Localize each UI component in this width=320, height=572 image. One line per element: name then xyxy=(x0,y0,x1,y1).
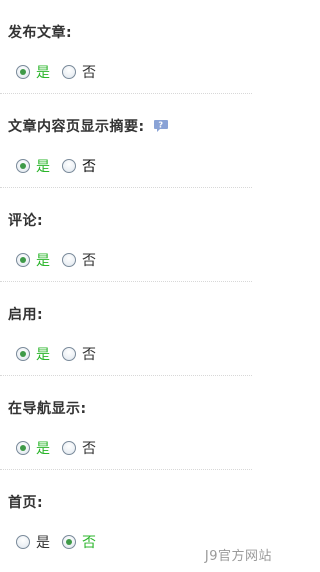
radio-label-no: 否 xyxy=(82,347,96,363)
setting-label: 在导航显示: xyxy=(8,398,87,418)
settings-form: 发布文章: 是 否 文章内容页显示摘要: ? 是 否 评论: 是 否 启用: 是… xyxy=(0,0,252,564)
radio-label-yes: 是 xyxy=(36,65,50,81)
radio-yes[interactable]: 是 xyxy=(16,344,50,364)
radio-group: 是 否 xyxy=(16,344,108,364)
radio-group: 是 否 xyxy=(16,438,108,458)
radio-button-checked[interactable] xyxy=(62,535,76,549)
radio-yes[interactable]: 是 xyxy=(16,438,50,458)
radio-no[interactable]: 否 xyxy=(62,344,96,364)
setting-label: 评论: xyxy=(8,210,43,230)
setting-label: 首页: xyxy=(8,492,43,512)
svg-text:?: ? xyxy=(158,121,163,130)
radio-label-no: 否 xyxy=(82,441,96,457)
radio-button[interactable] xyxy=(16,535,30,549)
setting-label: 发布文章: xyxy=(8,22,72,42)
setting-label-text: 评论: xyxy=(8,213,44,229)
radio-group: 是 否 xyxy=(16,532,108,552)
radio-button[interactable] xyxy=(62,253,76,267)
radio-button-checked[interactable] xyxy=(16,253,30,267)
radio-group: 是 否 xyxy=(16,62,108,82)
radio-button[interactable] xyxy=(62,159,76,173)
radio-no[interactable]: 否 xyxy=(62,156,96,176)
setting-label: 文章内容页显示摘要: ? xyxy=(8,116,169,136)
radio-yes[interactable]: 是 xyxy=(16,532,50,552)
radio-label-yes: 是 xyxy=(36,535,50,551)
setting-label-text: 在导航显示: xyxy=(8,401,87,417)
radio-label-yes: 是 xyxy=(36,253,50,269)
radio-label-no: 否 xyxy=(82,535,96,551)
setting-label-text: 文章内容页显示摘要: xyxy=(8,119,145,135)
radio-yes[interactable]: 是 xyxy=(16,62,50,82)
radio-button-checked[interactable] xyxy=(16,65,30,79)
setting-show-in-nav: 在导航显示: 是 否 xyxy=(0,376,252,470)
setting-label-text: 启用: xyxy=(8,307,44,323)
radio-group: 是 否 xyxy=(16,250,108,270)
watermark-text: J9官方网站 xyxy=(204,549,272,564)
setting-publish-article: 发布文章: 是 否 xyxy=(0,0,252,94)
radio-no[interactable]: 否 xyxy=(62,62,96,82)
setting-enabled: 启用: 是 否 xyxy=(0,282,252,376)
radio-button-checked[interactable] xyxy=(16,441,30,455)
radio-no[interactable]: 否 xyxy=(62,532,96,552)
radio-group: 是 否 xyxy=(16,156,108,176)
radio-label-yes: 是 xyxy=(36,347,50,363)
radio-label-no: 否 xyxy=(82,65,96,81)
radio-no[interactable]: 否 xyxy=(62,250,96,270)
radio-button-checked[interactable] xyxy=(16,347,30,361)
radio-label-no: 否 xyxy=(82,159,96,175)
radio-yes[interactable]: 是 xyxy=(16,250,50,270)
radio-button[interactable] xyxy=(62,347,76,361)
radio-no[interactable]: 否 xyxy=(62,438,96,458)
radio-button[interactable] xyxy=(62,441,76,455)
help-speech-bubble-icon[interactable]: ? xyxy=(153,119,169,133)
radio-yes[interactable]: 是 xyxy=(16,156,50,176)
radio-label-no: 否 xyxy=(82,253,96,269)
setting-label-text: 首页: xyxy=(8,495,44,511)
setting-label-text: 发布文章: xyxy=(8,25,73,41)
setting-label: 启用: xyxy=(8,304,43,324)
setting-comments: 评论: 是 否 xyxy=(0,188,252,282)
setting-show-summary: 文章内容页显示摘要: ? 是 否 xyxy=(0,94,252,188)
radio-label-yes: 是 xyxy=(36,159,50,175)
radio-label-yes: 是 xyxy=(36,441,50,457)
radio-button[interactable] xyxy=(62,65,76,79)
radio-button-checked[interactable] xyxy=(16,159,30,173)
